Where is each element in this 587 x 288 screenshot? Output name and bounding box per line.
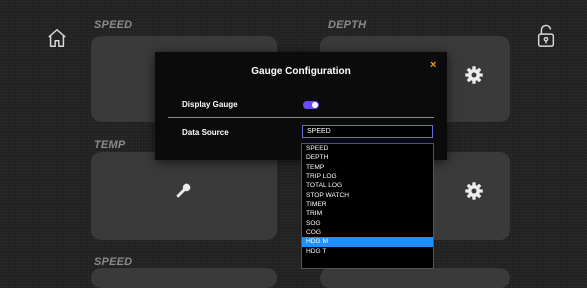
tile-label-speed-bottom: SPEED bbox=[94, 256, 133, 268]
dropdown-option-speed[interactable]: SPEED bbox=[302, 144, 433, 153]
gauge-tile-bottom-left[interactable] bbox=[91, 268, 277, 288]
home-icon[interactable] bbox=[46, 26, 68, 50]
dropdown-option-temp[interactable]: TEMP bbox=[302, 163, 433, 172]
tile-label-temp: TEMP bbox=[94, 139, 126, 151]
display-gauge-toggle[interactable] bbox=[303, 101, 319, 109]
gear-icon[interactable] bbox=[464, 65, 484, 85]
toggle-knob bbox=[312, 102, 318, 108]
wrench-icon[interactable] bbox=[173, 181, 193, 201]
dialog-title: Gauge Configuration bbox=[251, 66, 351, 77]
dropdown-option-depth[interactable]: DEPTH bbox=[302, 153, 433, 162]
tile-label-speed-top: SPEED bbox=[94, 19, 133, 31]
dropdown-option-stop-watch[interactable]: STOP WATCH bbox=[302, 191, 433, 200]
divider bbox=[168, 117, 434, 118]
dropdown-option-total-log[interactable]: TOTAL LOG bbox=[302, 181, 433, 190]
gear-icon[interactable] bbox=[464, 181, 484, 201]
dropdown-option-hdg-m[interactable]: HDG M bbox=[302, 237, 433, 247]
dropdown-option-cog[interactable]: COG bbox=[302, 228, 433, 237]
display-gauge-label: Display Gauge bbox=[182, 100, 238, 109]
dropdown-option-trip-log[interactable]: TRIP LOG bbox=[302, 172, 433, 181]
data-source-dropdown[interactable]: SPEED DEPTH TEMP TRIP LOG TOTAL LOG STOP… bbox=[301, 143, 434, 269]
data-source-select[interactable]: SPEED bbox=[302, 125, 433, 138]
tile-label-depth: DEPTH bbox=[328, 19, 367, 31]
gauge-tile-bottom-right[interactable] bbox=[320, 268, 510, 288]
dropdown-option-trim[interactable]: TRIM bbox=[302, 209, 433, 218]
close-button[interactable]: × bbox=[430, 60, 436, 71]
unlock-icon[interactable] bbox=[535, 24, 557, 48]
data-source-label: Data Source bbox=[182, 128, 229, 137]
dropdown-option-timer[interactable]: TIMER bbox=[302, 200, 433, 209]
dropdown-option-sog[interactable]: SOG bbox=[302, 219, 433, 228]
dropdown-option-hdg-t[interactable]: HDG T bbox=[302, 247, 433, 256]
